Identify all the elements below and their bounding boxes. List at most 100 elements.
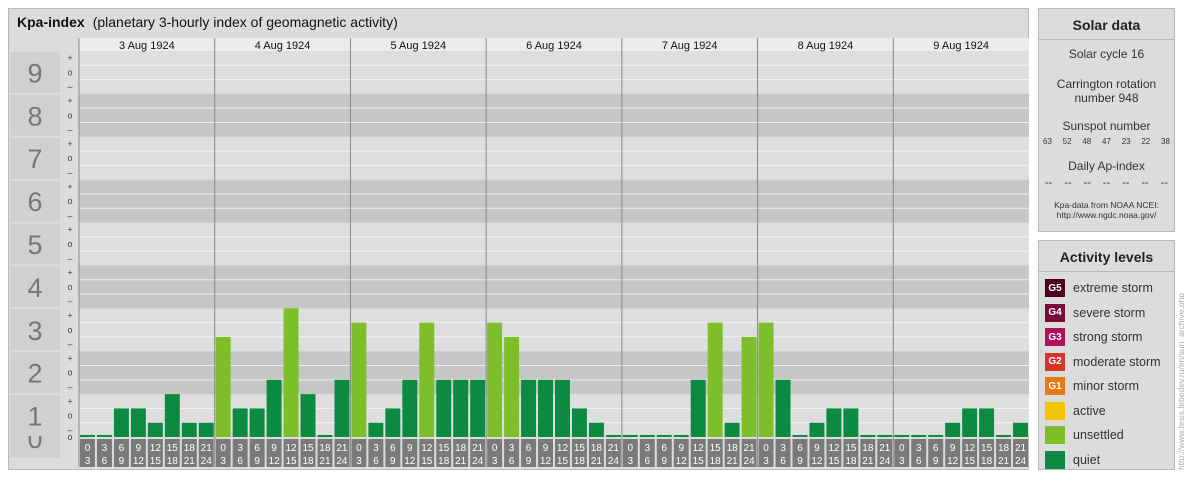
- data-source-line-1: Kpa-data from NOAA NCEI:: [1054, 200, 1159, 210]
- y-minor-tick: –: [67, 168, 72, 178]
- interval-end-label: 12: [133, 456, 145, 467]
- legend-label: strong storm: [1073, 330, 1143, 345]
- kpa-chart-panel: Kpa-index (planetary 3-hourly index of ge…: [8, 8, 1029, 470]
- y-tick-label: 1: [27, 402, 42, 432]
- kp-bar: [1013, 422, 1028, 437]
- ap-value: --: [1122, 177, 1130, 189]
- kp-bar: [181, 422, 197, 437]
- y-tick-label: 3: [27, 316, 42, 346]
- interval-end-label: 6: [102, 456, 108, 467]
- kp-bar: [164, 394, 180, 437]
- interval-end-label: 24: [879, 456, 891, 467]
- y-minor-tick: +: [67, 310, 72, 320]
- interval-start-label: 18: [998, 443, 1010, 454]
- interval-end-label: 18: [438, 456, 450, 467]
- kp-bar: [690, 379, 706, 437]
- y-minor-tick: +: [67, 225, 72, 235]
- legend-label: active: [1073, 403, 1106, 418]
- kp-bar: [741, 336, 757, 437]
- y-minor-tick: o: [67, 67, 72, 77]
- interval-end-label: 3: [356, 456, 362, 467]
- interval-end-label: 3: [220, 456, 226, 467]
- y-minor-tick: –: [67, 125, 72, 135]
- interval-start-label: 3: [509, 443, 515, 454]
- kp-bar: [470, 379, 486, 437]
- kp-bar: [673, 435, 689, 437]
- interval-end-label: 21: [727, 456, 739, 467]
- kp-bar: [147, 422, 163, 437]
- kp-bar: [860, 435, 876, 437]
- day-label: 3 Aug 1924: [119, 40, 175, 52]
- interval-end-label: 15: [285, 456, 297, 467]
- interval-end-label: 18: [710, 456, 722, 467]
- kp-bar: [962, 408, 978, 437]
- legend-item-g5: G5 extreme storm: [1039, 276, 1174, 301]
- legend-swatch: G3: [1045, 328, 1065, 347]
- kp-bar: [538, 379, 553, 437]
- y-minor-tick: o: [67, 110, 72, 120]
- ap-value: --: [1083, 177, 1091, 189]
- ap-value: --: [1064, 177, 1072, 189]
- legend-item-unsettled: unsettled: [1039, 423, 1174, 448]
- legend-swatch: [1045, 450, 1065, 469]
- interval-start-label: 6: [797, 443, 803, 454]
- y-tick-label: 2: [27, 359, 42, 389]
- interval-start-label: 3: [780, 443, 786, 454]
- y-minor-tick: –: [67, 210, 72, 220]
- kp-bar: [317, 435, 333, 437]
- ap-value: --: [1102, 177, 1111, 189]
- ap-value: --: [1141, 177, 1149, 189]
- legend-label: quiet: [1073, 452, 1101, 467]
- interval-end-label: 3: [85, 456, 91, 467]
- carrington-line-1: Carrington rotation: [1056, 77, 1157, 91]
- kp-bar: [334, 379, 350, 437]
- interval-end-label: 3: [763, 456, 769, 467]
- interval-start-label: 9: [814, 443, 820, 454]
- kp-bar: [232, 408, 248, 437]
- interval-start-label: 12: [150, 443, 162, 454]
- interval-end-label: 6: [509, 456, 515, 467]
- kp-bar: [605, 435, 621, 437]
- kp-bar: [283, 308, 299, 437]
- kp-bar: [266, 379, 282, 437]
- ap-value: --: [1160, 177, 1168, 189]
- legend-label: severe storm: [1073, 305, 1146, 320]
- kp-bar: [911, 435, 927, 437]
- y-tick-label: 6: [27, 187, 42, 217]
- kp-bar: [996, 435, 1012, 437]
- solar-cycle: Solar cycle 16: [1068, 47, 1145, 61]
- y-minor-tick: +: [67, 353, 72, 363]
- sunspot-value: 63: [1043, 137, 1052, 146]
- sunspot-value: 23: [1121, 137, 1131, 146]
- day-label: 7 Aug 1924: [662, 40, 718, 52]
- interval-end-label: 9: [390, 456, 396, 467]
- day-label: 4 Aug 1924: [255, 40, 311, 52]
- legend-label: minor storm: [1073, 379, 1139, 394]
- kp-bar: [656, 435, 672, 437]
- interval-start-label: 0: [85, 443, 91, 454]
- kp-bar: [809, 422, 825, 437]
- interval-start-label: 0: [492, 443, 498, 454]
- kp-band: [79, 222, 1029, 266]
- kp-bar: [639, 435, 655, 437]
- solar-data-panel: Solar data Solar cycle 16 Carrington rot…: [1038, 8, 1175, 232]
- interval-end-label: 21: [319, 456, 331, 467]
- interval-start-label: 15: [302, 443, 314, 454]
- kp-bar: [113, 408, 129, 437]
- kp-bar: [215, 336, 231, 437]
- kp-bar: [436, 379, 452, 437]
- interval-start-label: 0: [763, 443, 769, 454]
- kp-bar: [368, 422, 384, 437]
- interval-start-label: 15: [845, 443, 857, 454]
- legend-swatch: [1045, 426, 1065, 445]
- activity-legend: G5 extreme storm G4 severe storm G3 strong …: [1039, 272, 1174, 472]
- kp-bar: [588, 422, 604, 437]
- interval-start-label: 12: [421, 443, 433, 454]
- y-minor-tick: +: [67, 268, 72, 278]
- legend-item-g1: G1 minor storm: [1039, 374, 1174, 399]
- kp-bar: [826, 408, 842, 437]
- interval-start-label: 9: [543, 443, 549, 454]
- interval-end-label: 9: [254, 456, 260, 467]
- kp-bar: [877, 435, 893, 437]
- kp-bar: [945, 422, 961, 437]
